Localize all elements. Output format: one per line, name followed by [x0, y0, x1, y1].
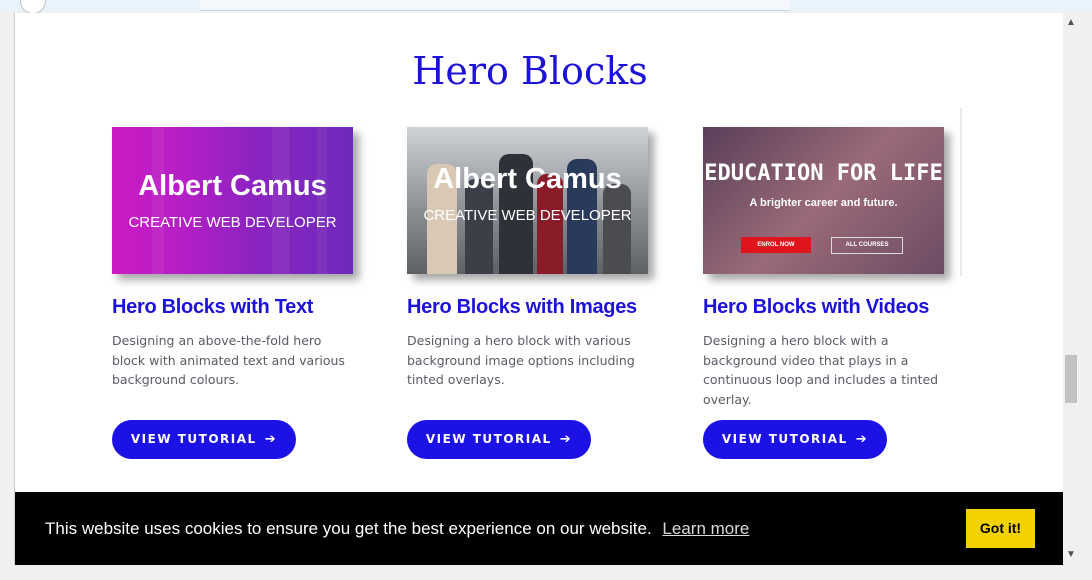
- arrow-right-icon: ➔: [855, 432, 869, 447]
- card-hero-videos: EDUCATION FOR LIFE A brighter career and…: [703, 127, 953, 459]
- cookie-banner: This website uses cookies to ensure you …: [15, 492, 1064, 565]
- card-thumbnail[interactable]: EDUCATION FOR LIFE A brighter career and…: [703, 127, 944, 274]
- scroll-up-icon[interactable]: ▲: [1063, 15, 1079, 31]
- window-bottom-edge: [0, 565, 1092, 580]
- address-bar[interactable]: [200, 0, 790, 11]
- card-title[interactable]: Hero Blocks with Text: [112, 296, 362, 319]
- cookie-message-text: This website uses cookies to ensure you …: [45, 519, 652, 538]
- card-description: Designing a hero block with a background…: [703, 333, 939, 407]
- button-label: VIEW TUTORIAL: [721, 432, 848, 446]
- card-thumbnail[interactable]: Albert Camus CREATIVE WEB DEVELOPER: [407, 127, 648, 274]
- thumbnail-hero-subtitle: CREATIVE WEB DEVELOPER: [423, 207, 632, 224]
- card-title[interactable]: Hero Blocks with Videos: [703, 296, 953, 319]
- learn-more-link[interactable]: Learn more: [662, 519, 749, 538]
- section-title: Hero Blocks: [412, 49, 648, 93]
- cookie-accept-button[interactable]: Got it!: [966, 509, 1035, 548]
- scroll-down-icon[interactable]: ▼: [1063, 547, 1079, 563]
- cookie-message: This website uses cookies to ensure you …: [45, 519, 749, 539]
- button-label: VIEW TUTORIAL: [130, 432, 257, 446]
- card-title[interactable]: Hero Blocks with Images: [407, 296, 657, 319]
- browser-button-icon[interactable]: [20, 0, 46, 14]
- browser-toolbar: [0, 0, 1092, 14]
- view-tutorial-button[interactable]: VIEW TUTORIAL ➔: [407, 420, 591, 459]
- thumbnail-subtitle: A brighter career and future.: [749, 197, 898, 209]
- thumbnail-hero-subtitle: CREATIVE WEB DEVELOPER: [128, 214, 337, 231]
- card-hero-images: Albert Camus CREATIVE WEB DEVELOPER Hero…: [407, 127, 657, 459]
- button-label: VIEW TUTORIAL: [425, 432, 552, 446]
- thumbnail-hero-name: Albert Camus: [433, 163, 622, 195]
- thumbnail-title: EDUCATION FOR LIFE: [704, 161, 943, 186]
- card-description: Designing a hero block with various back…: [407, 333, 635, 387]
- vertical-scrollbar[interactable]: ▲ ▼: [1063, 13, 1079, 565]
- card-thumbnail[interactable]: Albert Camus CREATIVE WEB DEVELOPER: [112, 127, 353, 274]
- arrow-right-icon: ➔: [559, 432, 573, 447]
- thumbnail-enrol-button: ENROL NOW: [741, 237, 811, 253]
- view-tutorial-button[interactable]: VIEW TUTORIAL ➔: [703, 420, 887, 459]
- view-tutorial-button[interactable]: VIEW TUTORIAL ➔: [112, 420, 296, 459]
- thumbnail-hero-name: Albert Camus: [138, 170, 327, 202]
- scrollbar-thumb[interactable]: [1065, 355, 1077, 403]
- thumbnail-courses-button: ALL COURSES: [831, 237, 903, 254]
- page-viewport: Hero Blocks Albert Camus CREATIVE WEB DE…: [14, 13, 1064, 565]
- card-hero-text: Albert Camus CREATIVE WEB DEVELOPER Hero…: [112, 127, 362, 459]
- arrow-right-icon: ➔: [264, 432, 278, 447]
- card-description: Designing an above-the-fold hero block w…: [112, 333, 345, 387]
- divider: [960, 108, 962, 276]
